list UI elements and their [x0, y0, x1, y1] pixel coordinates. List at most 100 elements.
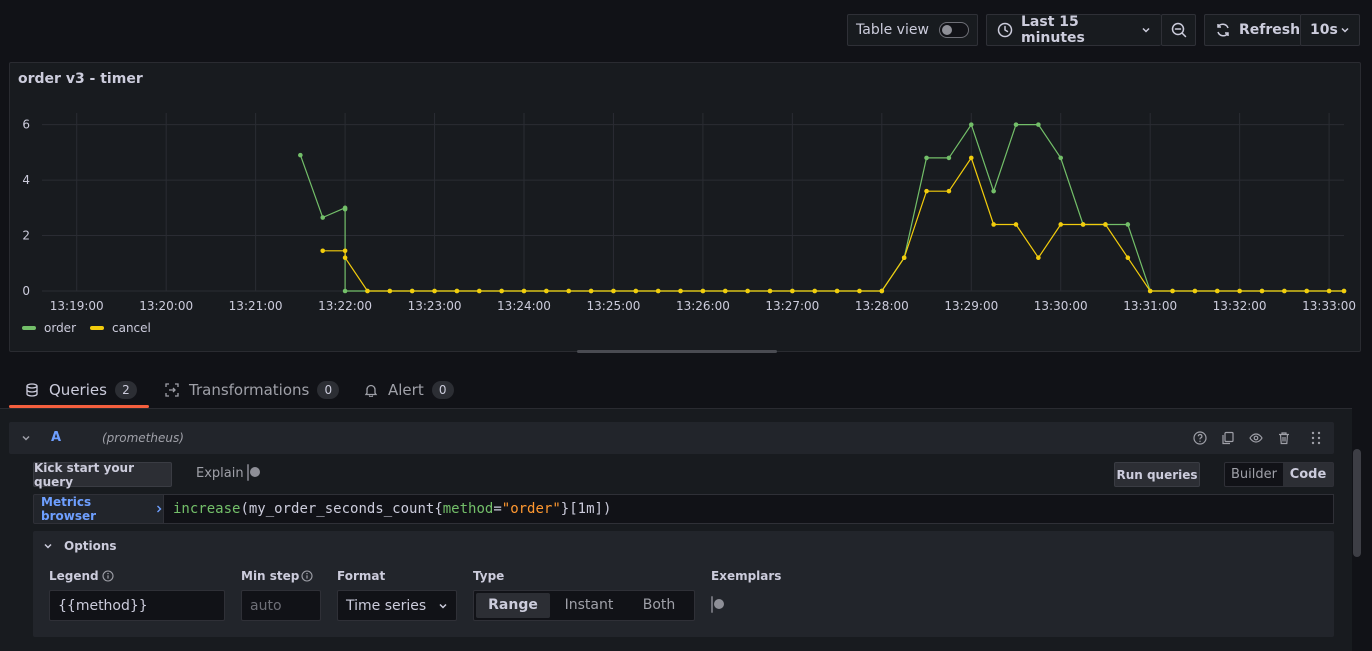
data-point-order — [1125, 222, 1131, 227]
data-point-order — [342, 206, 348, 212]
explain-label: Explain — [196, 466, 244, 481]
type-option-range[interactable]: Range — [476, 593, 550, 618]
expr-label-value: "order" — [501, 501, 561, 517]
clock-icon — [997, 22, 1013, 38]
bell-icon — [364, 383, 378, 397]
table-view-label: Table view — [856, 22, 929, 38]
data-point-cancel — [566, 288, 572, 294]
data-point-cancel — [633, 288, 639, 294]
data-point-cancel — [432, 288, 437, 294]
data-point-cancel — [857, 288, 862, 294]
y-tick-label: 4 — [22, 173, 30, 187]
expr-brace-open: { — [434, 501, 443, 517]
type-option-instant[interactable]: Instant — [550, 593, 628, 618]
data-point-cancel — [879, 288, 885, 294]
zoom-out-button[interactable] — [1161, 14, 1196, 46]
data-point-cancel — [1103, 222, 1108, 227]
legend-input-value: {{method}} — [58, 597, 148, 614]
y-tick-label: 2 — [22, 229, 30, 243]
table-view-switch[interactable] — [938, 22, 969, 38]
tabs-bar: Queries 2 Transformations 0 Alert 0 — [0, 372, 1352, 408]
data-point-cancel — [946, 188, 952, 194]
legend-swatch-order — [22, 326, 36, 330]
data-point-cancel — [611, 288, 616, 294]
min-step-input[interactable]: auto — [241, 590, 321, 621]
data-point-cancel — [521, 288, 527, 294]
x-tick-label: 13:31:00 — [1123, 299, 1177, 313]
query-datasource: (prometheus) — [102, 431, 184, 445]
scrollbar-thumb[interactable] — [1353, 449, 1361, 557]
data-point-cancel — [1125, 255, 1131, 261]
time-range-picker[interactable]: Last 15 minutes — [986, 14, 1161, 46]
expr-label-key: method — [442, 501, 494, 517]
expr-paren-close: ) — [602, 501, 612, 517]
query-expression-input[interactable]: increase(my_order_seconds_count{method = "… — [164, 494, 1334, 524]
data-point-cancel — [1058, 222, 1064, 227]
data-point-cancel — [454, 288, 460, 294]
data-point-cancel — [588, 288, 594, 294]
data-point-cancel — [1080, 222, 1086, 227]
data-point-cancel — [790, 288, 795, 294]
transform-icon — [165, 383, 179, 397]
legend-item-cancel[interactable]: cancel — [112, 321, 151, 335]
chart-legend: order cancel — [22, 321, 151, 335]
type-radio-group: Range Instant Both — [473, 590, 695, 621]
metrics-browser-button[interactable]: Metrics browser — [33, 494, 164, 524]
x-tick-label: 13:22:00 — [318, 299, 372, 313]
run-queries-button[interactable]: Run queries — [1114, 462, 1200, 487]
data-point-cancel — [968, 155, 974, 161]
query-row-header[interactable]: A (prometheus) — [9, 422, 1334, 454]
exemplars-switch[interactable] — [711, 596, 713, 613]
data-point-cancel — [387, 288, 393, 294]
x-tick-label: 13:28:00 — [855, 299, 909, 313]
data-point-order — [1058, 155, 1064, 161]
data-point-order — [991, 188, 996, 194]
chevron-right-icon — [155, 504, 163, 514]
trash-icon[interactable] — [1277, 431, 1291, 445]
tab-queries[interactable]: Queries 2 — [9, 372, 149, 408]
refresh-interval-picker[interactable]: 10s — [1300, 14, 1360, 46]
kick-start-button[interactable]: Kick start your query — [33, 461, 172, 489]
data-point-cancel — [1036, 255, 1041, 261]
x-tick-label: 13:25:00 — [587, 299, 641, 313]
x-tick-label: 13:27:00 — [765, 299, 819, 313]
data-point-order — [298, 152, 303, 158]
panel: order v3 - timer 0 2 4 6 13:19:00 13:20:00 13:… — [9, 62, 1361, 352]
expr-brace-close: } — [560, 501, 570, 517]
panel-resize-handle[interactable] — [577, 350, 777, 353]
collapse-chevron-icon[interactable] — [21, 433, 31, 443]
chevron-down-icon — [438, 601, 448, 611]
explain-switch[interactable] — [247, 464, 249, 481]
drag-handle-icon[interactable] — [1310, 431, 1322, 445]
query-ref-id[interactable]: A — [51, 430, 61, 445]
y-tick-label: 0 — [22, 284, 30, 298]
data-point-cancel — [544, 288, 549, 294]
info-icon[interactable] — [301, 570, 313, 582]
code-mode-button[interactable]: Code — [1283, 463, 1333, 486]
legend-item-order[interactable]: order — [44, 321, 76, 335]
options-toggle[interactable]: Options — [43, 539, 117, 553]
zoom-out-icon — [1171, 22, 1187, 38]
data-point-order — [320, 215, 326, 220]
builder-mode-button[interactable]: Builder — [1225, 463, 1283, 486]
legend-input[interactable]: {{method}} — [49, 590, 225, 621]
data-point-cancel — [1237, 288, 1242, 294]
data-point-cancel — [342, 255, 348, 261]
table-view-toggle-group[interactable]: Table view — [847, 14, 978, 46]
eye-icon[interactable] — [1249, 431, 1263, 445]
data-point-cancel — [1341, 288, 1347, 294]
refresh-button[interactable]: Refresh — [1204, 14, 1301, 46]
type-option-both[interactable]: Both — [628, 593, 690, 618]
duplicate-icon[interactable] — [1221, 431, 1235, 445]
info-icon[interactable] — [102, 570, 114, 582]
series-line-cancel — [322, 156, 1344, 292]
refresh-label: Refresh — [1239, 22, 1301, 38]
expr-range: [1m] — [569, 501, 603, 517]
time-series-chart[interactable]: 0 2 4 6 13:19:00 13:20:00 13:21:00 13:22:00 13:2… — [10, 63, 1362, 353]
tab-transformations[interactable]: Transformations 0 — [165, 372, 340, 408]
format-select[interactable]: Time series — [337, 590, 457, 621]
help-icon[interactable] — [1193, 431, 1207, 445]
tab-alert[interactable]: Alert 0 — [364, 372, 454, 408]
scrollbar-track[interactable] — [1352, 409, 1362, 651]
expr-paren-open: ( — [240, 501, 249, 517]
